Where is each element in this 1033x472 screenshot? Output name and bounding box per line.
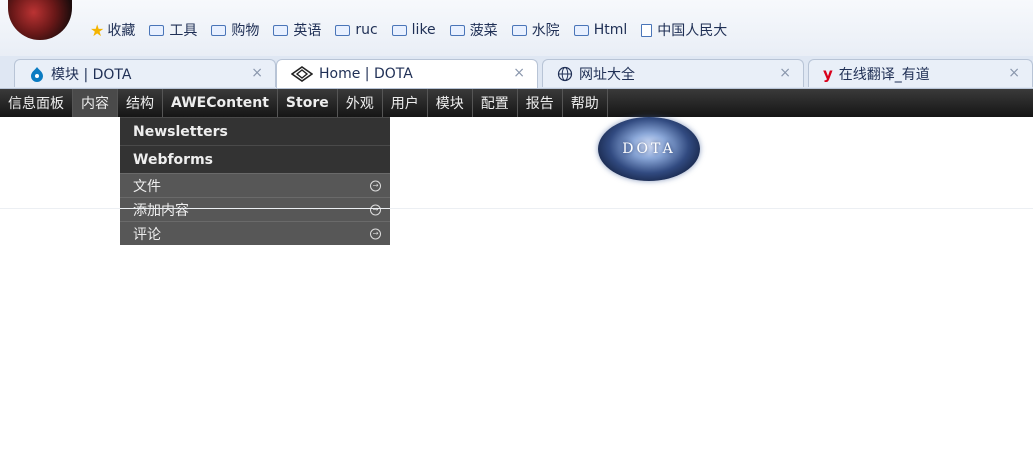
menu-content[interactable]: 内容 <box>73 89 118 117</box>
document-icon <box>641 23 653 37</box>
folder-icon <box>335 24 351 36</box>
bookmark-folder-like[interactable]: like <box>391 22 436 38</box>
folder-icon <box>511 24 527 36</box>
bookmark-label: 工具 <box>169 23 198 39</box>
dropdown-item-newsletters[interactable]: Newsletters <box>120 117 390 145</box>
bookmark-folder-tools[interactable]: 工具 <box>149 20 197 40</box>
close-icon[interactable]: × <box>779 65 791 81</box>
star-icon: ★ <box>90 20 105 40</box>
folder-icon <box>211 24 227 36</box>
dropdown-item-files[interactable]: 文件 → <box>120 173 390 197</box>
tab-title: 模块 | DOTA <box>51 66 132 83</box>
dropdown-item-label: 文件 <box>133 178 161 195</box>
tab-title: 网址大全 <box>579 66 635 83</box>
content-dropdown-menu: Newsletters Webforms 文件 → 添加内容 → 评论 → <box>120 117 390 245</box>
submenu-arrow-icon: → <box>370 228 381 239</box>
dropdown-item-label: Webforms <box>133 151 213 168</box>
bookmark-label: 购物 <box>231 23 260 39</box>
bookmark-ruc-site[interactable]: 中国人民大 <box>641 20 727 40</box>
close-icon[interactable]: × <box>1008 65 1020 81</box>
tab-youdao-translate[interactable]: y 在线翻译_有道 × <box>808 59 1033 87</box>
close-icon[interactable]: × <box>513 65 525 81</box>
menu-reports[interactable]: 报告 <box>518 89 563 117</box>
close-icon[interactable]: × <box>251 65 263 81</box>
dropdown-item-webforms[interactable]: Webforms <box>120 145 390 173</box>
site-logo[interactable]: DOTA <box>598 117 700 181</box>
dropdown-item-add-content[interactable]: 添加内容 → <box>120 197 390 221</box>
bookmarks-bar: ★ 收藏 工具 购物 英语 ruc like 菠菜 水院 Html 中国人民大 <box>0 0 1033 56</box>
bookmark-label: Html <box>593 22 628 38</box>
bookmark-favorites[interactable]: ★ 收藏 <box>90 20 135 40</box>
menu-dashboard[interactable]: 信息面板 <box>0 89 73 117</box>
bookmark-folder-html[interactable]: Html <box>573 22 628 38</box>
logo-text: DOTA <box>622 141 676 157</box>
menu-help[interactable]: 帮助 <box>563 89 608 117</box>
bookmark-folder-water-college[interactable]: 水院 <box>511 20 560 40</box>
tab-strip: 模块 | DOTA × Home | DOTA × 网址大全 × y 在线翻译_… <box>0 56 1033 89</box>
bookmark-label: ruc <box>355 22 378 38</box>
header-divider <box>0 208 1033 209</box>
admin-menu-bar: 信息面板 内容 结构 AWEContent Store 外观 用户 模块 配置 … <box>0 89 1033 117</box>
user-avatar[interactable] <box>8 0 72 40</box>
menu-store[interactable]: Store <box>278 89 338 117</box>
bookmark-folder-spinach[interactable]: 菠菜 <box>449 20 498 40</box>
folder-icon <box>449 24 465 36</box>
bookmark-list: ★ 收藏 工具 购物 英语 ruc like 菠菜 水院 Html 中国人民大 <box>90 20 741 40</box>
menu-people[interactable]: 用户 <box>383 89 428 117</box>
bookmark-folder-english[interactable]: 英语 <box>273 20 321 40</box>
tab-url-directory[interactable]: 网址大全 × <box>542 59 804 87</box>
folder-icon <box>273 24 289 36</box>
tab-home-dota[interactable]: Home | DOTA × <box>276 59 538 88</box>
bookmark-folder-ruc[interactable]: ruc <box>335 22 378 38</box>
dropdown-item-label: 评论 <box>133 226 161 243</box>
dropdown-item-comments[interactable]: 评论 → <box>120 221 390 245</box>
drupal-icon <box>29 66 45 82</box>
menu-configuration[interactable]: 配置 <box>473 89 518 117</box>
menu-appearance[interactable]: 外观 <box>338 89 383 117</box>
bookmark-label: 中国人民大 <box>657 23 728 39</box>
dropdown-item-label: 添加内容 <box>133 202 189 219</box>
menu-awecontent[interactable]: AWEContent <box>163 89 278 117</box>
dropdown-item-label: Newsletters <box>133 123 228 140</box>
folder-icon <box>573 24 589 36</box>
bookmark-label: 水院 <box>531 23 560 39</box>
bookmark-label: 菠菜 <box>469 23 498 39</box>
folder-icon <box>149 24 165 36</box>
dota-logo-icon <box>291 66 313 82</box>
tab-modules-dota[interactable]: 模块 | DOTA × <box>14 59 276 87</box>
menu-modules[interactable]: 模块 <box>428 89 473 117</box>
submenu-arrow-icon: → <box>370 204 381 215</box>
youdao-icon: y <box>823 64 833 83</box>
bookmark-label: 英语 <box>293 23 322 39</box>
bookmark-folder-shopping[interactable]: 购物 <box>211 20 259 40</box>
globe-icon <box>557 66 573 82</box>
bookmark-label: 收藏 <box>107 23 136 39</box>
tab-title: Home | DOTA <box>319 66 413 82</box>
bookmark-label: like <box>411 22 436 38</box>
folder-icon <box>391 24 407 36</box>
tab-title: 在线翻译_有道 <box>838 66 930 83</box>
submenu-arrow-icon: → <box>370 180 381 191</box>
menu-structure[interactable]: 结构 <box>118 89 163 117</box>
